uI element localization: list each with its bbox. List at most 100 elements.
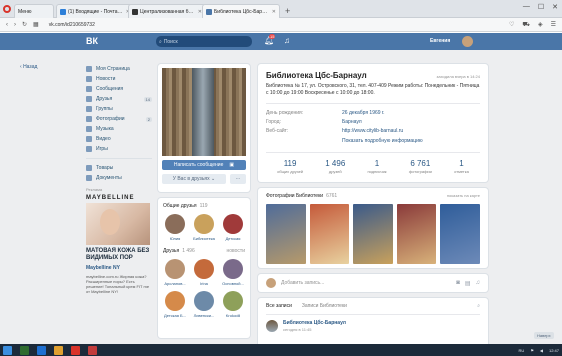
stat-photos[interactable]: 6 761 фотографии: [409, 159, 432, 174]
show-more-info-link[interactable]: Показать подробную информацию: [266, 138, 480, 144]
heart-icon[interactable]: ♡: [509, 21, 514, 29]
clock[interactable]: 12:47: [549, 348, 559, 353]
friend-item[interactable]: Библиотека: [192, 214, 216, 241]
sidebar-item-news[interactable]: Новости: [86, 74, 152, 84]
notification-badge: 15: [269, 34, 276, 39]
taskbar: RU ⚑ ◀ 12:47: [0, 344, 562, 356]
minimize-icon[interactable]: —: [523, 3, 530, 11]
in-friends-button[interactable]: У Вас в друзьях ⌄: [162, 174, 226, 184]
close-icon[interactable]: ✕: [272, 9, 276, 15]
forward-icon[interactable]: ›: [14, 22, 16, 28]
post-time[interactable]: сегодня в 11:45: [283, 327, 346, 332]
photo-thumb[interactable]: [266, 204, 306, 264]
stat-friends[interactable]: 1 496 друзей: [325, 159, 345, 174]
menu-icon[interactable]: ☰: [551, 21, 556, 29]
stat-common-friends[interactable]: 119 общих друзей: [277, 159, 303, 174]
sidebar-item-video[interactable]: Видео: [86, 134, 152, 144]
sidebar-item-groups[interactable]: Группы: [86, 104, 152, 114]
sidebar-item-photos[interactable]: Фотографии 2: [86, 114, 152, 124]
video-icon[interactable]: ▤: [465, 280, 471, 287]
cart-icon[interactable]: ⛟: [522, 21, 530, 29]
sidebar-item-messages[interactable]: Сообщения: [86, 84, 152, 94]
tab-vk[interactable]: Библиотека Цбс-Барнаул ✕: [202, 4, 280, 18]
friend-item[interactable]: Детская Б...: [163, 291, 187, 318]
info-value[interactable]: 26 декабря 1969 г.: [342, 109, 385, 118]
start-icon[interactable]: [3, 345, 12, 355]
friend-item[interactable]: Детская: [221, 214, 245, 241]
ie-icon[interactable]: [37, 345, 46, 355]
sidebar-item-games[interactable]: Игры: [86, 144, 152, 154]
common-friends-header[interactable]: Общие друзья 119: [163, 203, 245, 209]
photo-thumb[interactable]: [353, 204, 393, 264]
show-on-map-link[interactable]: показать на карте: [447, 193, 480, 199]
explorer-icon[interactable]: [54, 345, 63, 355]
gift-icon[interactable]: ▣: [229, 162, 234, 168]
sidebar-item-my-page[interactable]: Моя Страница: [86, 64, 152, 74]
ad-title[interactable]: Maybelline NY: [86, 265, 152, 271]
tab-library[interactable]: Централизованная библ... ✕: [128, 4, 206, 18]
tab-all-posts[interactable]: Все записи: [266, 303, 292, 309]
sidebar-item-music[interactable]: Музыка: [86, 124, 152, 134]
info-value[interactable]: http://www.citylib-barnaul.ru: [342, 127, 403, 136]
stat-followers[interactable]: 1 подписчик: [368, 159, 387, 174]
sidebar-item-label: Товары: [96, 165, 114, 171]
friend-name: Детская Б...: [164, 313, 186, 318]
flag-icon[interactable]: ⚑: [530, 348, 534, 353]
sidebar-item-documents[interactable]: Документы: [86, 173, 152, 183]
camera-icon: [86, 116, 92, 122]
user-avatar[interactable]: [462, 36, 473, 47]
maximize-icon[interactable]: ☐: [538, 3, 544, 11]
friend-item[interactable]: Основной...: [221, 259, 245, 286]
info-row-city: Город: Барнаул: [266, 118, 480, 127]
section-title[interactable]: Фотографии Библиотеки: [266, 193, 323, 199]
language-indicator[interactable]: RU: [519, 348, 525, 353]
volume-icon[interactable]: ◀: [540, 348, 543, 353]
url-field[interactable]: vk.com/id210659732: [49, 22, 95, 28]
friend-item[interactable]: Krokodil: [221, 291, 245, 318]
scroll-top-button[interactable]: Наверх: [534, 332, 554, 339]
friend-item[interactable]: Irina: [192, 259, 216, 286]
friend-name: Арсланов...: [164, 281, 186, 286]
friend-item[interactable]: Ливенски...: [192, 291, 216, 318]
opera-menu-icon[interactable]: [3, 5, 11, 13]
friends-news-link[interactable]: новости: [226, 248, 245, 254]
post-author-avatar[interactable]: [266, 320, 278, 332]
post-author[interactable]: Библиотека Цбс-Барнаул: [283, 320, 346, 326]
app-icon[interactable]: [88, 345, 97, 355]
tab-own-posts[interactable]: Записи Библиотеки: [302, 303, 347, 309]
camera-icon[interactable]: ◙: [456, 280, 460, 287]
sidebar-item-goods[interactable]: Товары: [86, 163, 152, 173]
speed-dial-icon[interactable]: ▦: [33, 21, 39, 28]
stat-tags[interactable]: 1 отметка: [454, 159, 469, 174]
write-message-button[interactable]: Написать сообщение ▣: [162, 160, 246, 170]
photo-thumb[interactable]: [440, 204, 480, 264]
new-tab-button[interactable]: +: [285, 6, 290, 16]
app-icon[interactable]: [20, 345, 29, 355]
more-actions-button[interactable]: ···: [230, 174, 246, 184]
user-name[interactable]: Евгения: [430, 38, 450, 44]
opera-icon[interactable]: [71, 345, 80, 355]
back-link[interactable]: ‹ Назад: [20, 64, 37, 70]
photo-thumb[interactable]: [309, 204, 350, 264]
tab-menu[interactable]: Меню: [14, 4, 54, 18]
friend-item[interactable]: Юлия: [163, 214, 187, 241]
close-window-icon[interactable]: ✕: [552, 3, 558, 11]
section-count: 119: [199, 203, 208, 209]
search-icon[interactable]: ⌕: [477, 303, 480, 309]
reload-icon[interactable]: ↻: [22, 21, 27, 28]
music-icon[interactable]: ♫: [476, 280, 481, 287]
ad-banner[interactable]: MAYBELLINE МАТОВАЯ КОЖА БЕЗ ВИДИМЫХ ПОР …: [86, 195, 152, 294]
tab-mail[interactable]: (1) Входящие - Почта Mail.Ru ✕: [56, 4, 134, 18]
info-value[interactable]: Барнаул: [342, 118, 362, 127]
post-composer[interactable]: Добавить запись... ◙ ▤ ♫: [258, 274, 488, 292]
extension-icon[interactable]: ◈: [538, 21, 543, 29]
photo-thumb[interactable]: [396, 204, 437, 264]
back-icon[interactable]: ‹: [6, 22, 8, 28]
search-input[interactable]: ⌕ Поиск: [156, 36, 252, 47]
sidebar-item-friends[interactable]: Друзья 14: [86, 94, 152, 104]
friends-header[interactable]: Друзья 1 496 новости: [163, 248, 245, 254]
music-icon[interactable]: ♫: [284, 36, 290, 45]
friend-item[interactable]: Арсланов...: [163, 259, 187, 286]
vk-logo[interactable]: ВК: [86, 36, 98, 46]
profile-photo[interactable]: [162, 68, 246, 156]
